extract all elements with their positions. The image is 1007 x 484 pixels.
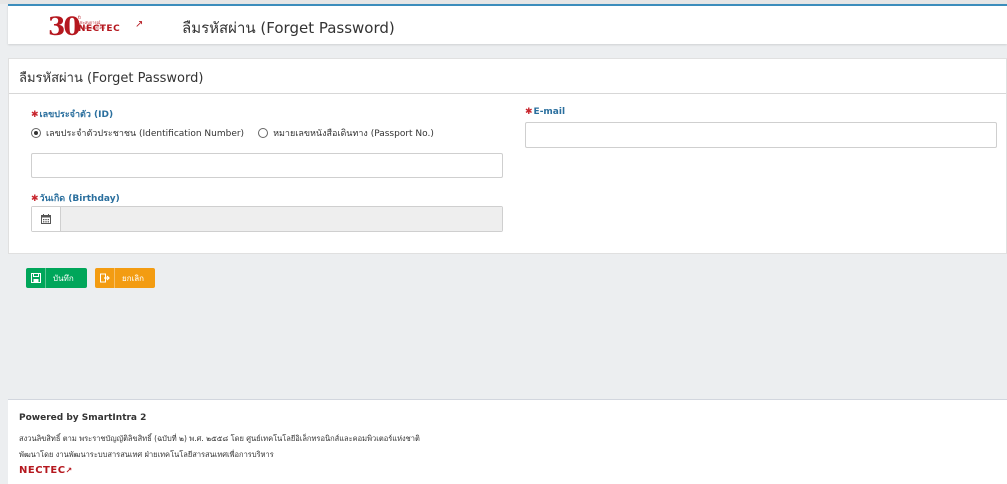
id-number-input[interactable] bbox=[31, 153, 503, 178]
panel-divider bbox=[9, 93, 1006, 94]
radio-identification-number[interactable] bbox=[31, 128, 41, 138]
birthday-label: ✱วันเกิด (Birthday) bbox=[31, 191, 120, 205]
footer-developer: พัฒนาโดย งานพัฒนาระบบสารสนเทศ ฝ่ายเทคโนโ… bbox=[19, 450, 274, 459]
id-type-radio-group: เลขประจำตัวประชาชน (Identification Numbe… bbox=[31, 126, 434, 140]
save-button-label: บันทึก bbox=[53, 273, 74, 283]
id-label: ✱เลขประจำตัว (ID) bbox=[31, 107, 113, 121]
radio-identification-number-label[interactable]: เลขประจำตัวประชาชน (Identification Numbe… bbox=[46, 126, 244, 140]
required-mark: ✱ bbox=[525, 107, 533, 117]
nectec-logo[interactable]: 30 ปี ประสบการณ์ เพื่อประเทศไทย NECTEC ↗ bbox=[48, 12, 168, 42]
logo-arrow-icon: ↗ bbox=[135, 19, 144, 30]
email-label: ✱E-mail bbox=[525, 107, 565, 117]
birthday-input[interactable] bbox=[61, 207, 502, 231]
birthday-label-text: วันเกิด (Birthday) bbox=[39, 194, 120, 204]
logo-text: NECTEC bbox=[78, 24, 121, 34]
email-label-text: E-mail bbox=[533, 107, 566, 117]
calendar-icon[interactable] bbox=[32, 207, 61, 231]
radio-passport-number[interactable] bbox=[258, 128, 269, 138]
id-label-text: เลขประจำตัว (ID) bbox=[39, 110, 114, 120]
sign-out-icon bbox=[95, 268, 115, 288]
cancel-button-label: ยกเลิก bbox=[122, 273, 145, 283]
email-input[interactable] bbox=[525, 122, 997, 148]
floppy-disk-icon bbox=[26, 268, 46, 288]
forget-password-panel: ลืมรหัสผ่าน (Forget Password) ✱เลขประจำต… bbox=[8, 58, 1007, 254]
panel-title: ลืมรหัสผ่าน (Forget Password) bbox=[19, 71, 204, 86]
footer-logo-text: NECTEC bbox=[19, 465, 66, 476]
save-button[interactable]: บันทึก bbox=[26, 268, 87, 288]
page-title: ลืมรหัสผ่าน (Forget Password) bbox=[182, 19, 395, 37]
footer: Powered by SmartIntra 2 สงวนลิขสิทธิ์ ตา… bbox=[8, 399, 1007, 484]
required-mark: ✱ bbox=[31, 194, 39, 204]
footer-nectec-logo: NECTEC↗ bbox=[19, 465, 73, 476]
birthday-field[interactable] bbox=[31, 206, 503, 232]
required-mark: ✱ bbox=[31, 110, 39, 120]
footer-logo-arrow-icon: ↗ bbox=[65, 466, 73, 475]
footer-powered-by: Powered by SmartIntra 2 bbox=[19, 413, 147, 423]
header-bar: 30 ปี ประสบการณ์ เพื่อประเทศไทย NECTEC ↗ ล… bbox=[8, 4, 1007, 44]
logo-number: 30 bbox=[48, 12, 81, 41]
footer-copyright: สงวนลิขสิทธิ์ ตาม พระราชบัญญัติลิขสิทธิ์… bbox=[19, 434, 420, 443]
radio-passport-number-label[interactable]: หมายเลขหนังสือเดินทาง (Passport No.) bbox=[273, 126, 434, 140]
cancel-button[interactable]: ยกเลิก bbox=[95, 268, 155, 288]
